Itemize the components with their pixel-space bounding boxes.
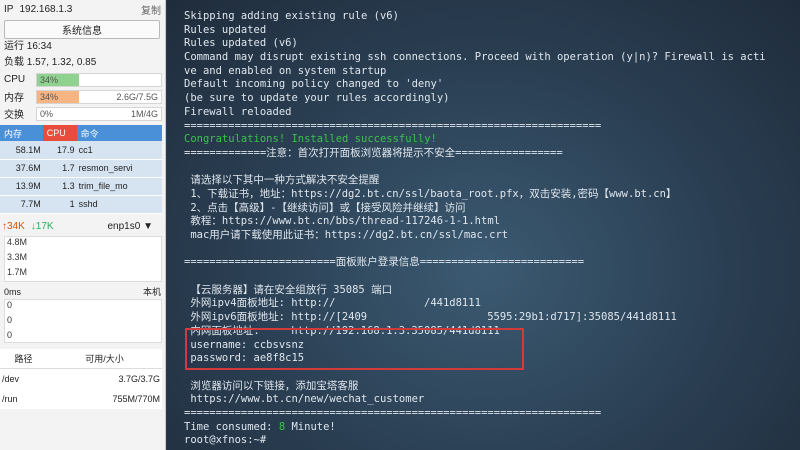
terminal-line: Skipping adding existing rule (v6) [184,10,399,22]
terminal-line: https://www.bt.cn/new/wechat_customer [184,393,425,406]
terminal-line: 教程：https://www.bt.cn/bbs/thread-117246-1… [184,215,500,228]
process-cpu: 1.7 [42,159,77,178]
meter-percent: 0% [40,108,54,119]
process-mem: 58.1M [0,141,43,160]
ip-value: 192.168.1.3 [19,3,73,15]
process-table: 内存 CPU 命令 58.1M 17.9 cc1 37.6M 1.7 resmon… [0,125,162,214]
ping-value: 0ms [4,286,22,297]
process-mem: 37.6M [0,159,43,178]
terminal-line: (be sure to update your rules accordingl… [184,92,450,105]
col-header-cpu[interactable]: CPU [42,125,77,141]
terminal-line: root@xfnos:~# [184,434,267,447]
upload-rate: ↑34K [2,221,25,232]
ip-label: IP [4,3,14,15]
terminal-line: 浏览器访问以下链接，添加宝塔客服 [184,379,359,392]
process-row[interactable]: 7.7M 1 sshd [0,195,162,214]
col-header-size: 可用/大小 [46,348,162,369]
meter-label: 内存 [4,93,24,104]
terminal-line: 1、下载证书，地址：https://dg2.bt.cn/ssl/baota_ro… [184,187,677,200]
meter-bar: 34% [36,72,162,87]
disk-table: 路径 可用/大小 /dev 3.7G/3.7G/run 755M/770M [0,348,162,409]
terminal-line: Command may disrupt existing ssh connect… [184,51,766,64]
meter-amount: 2.6G/7.5G [116,91,158,102]
ping-tick-2: 0 [7,314,13,325]
process-cpu: 1.3 [42,177,77,196]
terminal-line: Time consumed: 8 Minute! [184,420,336,433]
network-chart: 4.8M 3.3M 1.7M [4,235,162,282]
terminal-line: 外网ipv6面板地址: http://[2409 5595:29b1:d717]… [184,311,677,324]
ping-tick-1: 0 [7,299,13,310]
disk-path: /dev [0,368,47,389]
uptime-text: 运行 16:34 [4,41,52,52]
meter-label: CPU [4,74,26,85]
terminal-line: ve and enabled on system startup [184,64,387,77]
interface-select[interactable]: enp1s0 ▼ [108,221,154,232]
ping-header: 0ms 本机 [0,285,165,299]
meter-row: 交换 0% 1M/4G [0,105,165,122]
load-text: 负载 1.57, 1.32, 0.85 [4,57,97,68]
terminal-line: Congratulations! Installed successfully! [184,133,437,146]
terminal-line: 请选择以下其中一种方式解决不安全提醒 [184,174,380,187]
col-header-memory[interactable]: 内存 [0,125,43,141]
disk-row: /dev 3.7G/3.7G [0,368,162,389]
process-cmd: sshd [76,195,162,214]
meter-percent: 34% [40,91,59,102]
process-cmd: trim_file_mo [76,177,162,196]
disk-path: /run [0,388,47,409]
terminal-line: 【云服务器】请在安全组放行 35085 端口 [184,283,393,296]
col-header-path: 路径 [0,348,47,369]
disk-size: 3.7G/3.7G [46,368,162,389]
server-monitor-sidebar: IP 192.168.1.3 复制 系统信息 运行 16:34 负载 1.57,… [0,0,166,450]
terminal-line: mac用户请下载使用此证书：https://dg2.bt.cn/ssl/mac.… [184,229,509,241]
terminal-line: Rules updated [184,23,267,36]
highlight-box [185,328,524,370]
system-info-button[interactable]: 系统信息 [4,20,160,39]
net-tick-3: 1.7M [7,266,28,277]
meter-row: 内存 34% 2.6G/7.5G [0,88,165,105]
process-mem: 13.9M [0,177,43,196]
download-rate: ↓17K [30,221,54,232]
meter-row: CPU 34% [0,71,165,88]
col-header-command[interactable]: 命令 [76,125,162,141]
meter-bar: 0% 1M/4G [36,106,162,121]
terminal-line: Rules updated (v6) [184,37,298,50]
terminal-output[interactable]: Skipping adding existing rule (v6) Rules … [167,0,800,450]
meter-bar: 34% 2.6G/7.5G [36,89,162,104]
terminal-line: 外网ipv4面板地址: http:// /441d8111 [184,297,481,310]
process-cpu: 1 [42,195,77,214]
disk-size: 755M/770M [46,388,162,409]
process-cmd: resmon_servi [76,159,162,178]
network-header: ↑34K ↓17K enp1s0 ▼ [0,218,165,236]
meter-amount: 1M/4G [130,108,158,119]
process-row[interactable]: 58.1M 17.9 cc1 [0,141,162,160]
terminal-line: ========================================… [184,406,602,419]
ip-row: IP 192.168.1.3 复制 [0,0,165,18]
net-tick-1: 4.8M [7,236,28,247]
process-cmd: cc1 [76,141,162,160]
meter-label: 交换 [4,110,24,121]
terminal-line: =============注意：首次打开面板浏览器将提示不安全=========… [184,146,563,159]
terminal-line: 2、点击【高级】-【继续访问】或【接受风险并继续】访问 [184,201,466,214]
copy-button[interactable]: 复制 [141,2,161,17]
terminal-line: Default incoming policy changed to 'deny… [184,78,444,91]
terminal-line: ========================================… [184,119,602,132]
terminal-line: ========================面板账户登录信息========… [184,256,585,269]
process-row[interactable]: 37.6M 1.7 resmon_servi [0,159,162,178]
chevron-down-icon: ▼ [143,221,153,232]
net-tick-2: 3.3M [7,251,28,262]
disk-row: /run 755M/770M [0,388,162,409]
process-cpu: 17.9 [42,141,77,160]
ping-target[interactable]: 本机 [143,285,161,298]
terminal-line: Firewall reloaded [184,105,292,118]
meter-percent: 34% [40,74,59,85]
resource-meters: CPU 34% 内存 34% 2.6G/7.5G 交换 0% 1M/4G [0,71,165,122]
ping-tick-3: 0 [7,329,13,340]
process-mem: 7.7M [0,195,43,214]
ping-chart: 0 0 0 [4,298,162,343]
process-row[interactable]: 13.9M 1.3 trim_file_mo [0,177,162,196]
